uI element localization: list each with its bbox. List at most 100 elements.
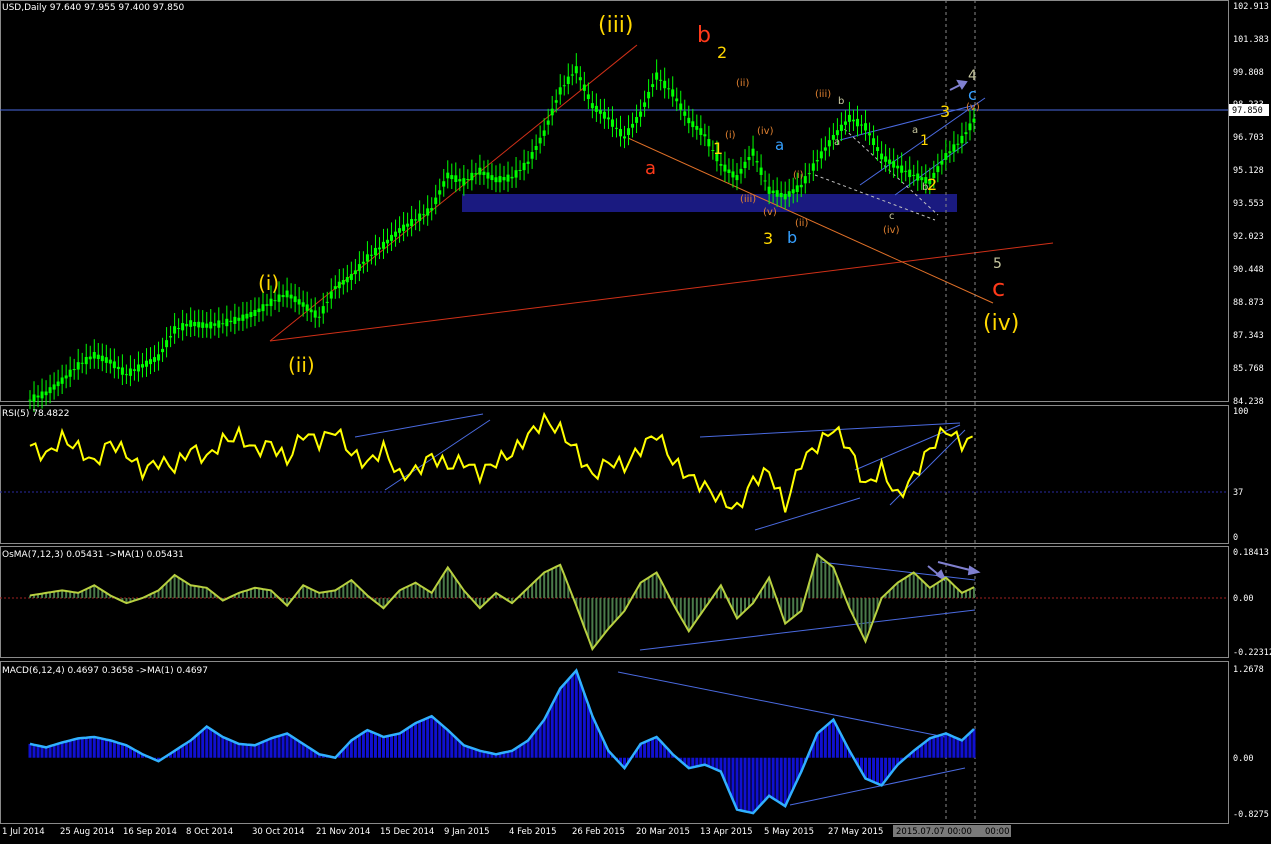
price-candle-body <box>386 239 390 244</box>
price-candle-body <box>691 121 695 128</box>
price-tick: 102.913 <box>1233 2 1269 12</box>
price-candle-body <box>418 213 422 221</box>
price-candle-body <box>751 148 755 156</box>
rsi-tick-100: 100 <box>1233 407 1248 417</box>
price-candle-body <box>550 108 554 116</box>
price-candle-body <box>884 156 888 162</box>
price-candle-body <box>341 280 345 285</box>
price-candle-body <box>474 173 478 175</box>
price-candle-body <box>325 301 329 303</box>
price-candle-body <box>843 121 847 125</box>
price-candle-body <box>944 153 948 160</box>
price-candle-body <box>763 180 767 182</box>
wave-label: (iii) <box>815 89 831 100</box>
price-candle-body <box>309 309 313 313</box>
price-candle-body <box>48 387 52 394</box>
time-label: 4 Feb 2015 <box>509 827 557 837</box>
price-candle-body <box>189 320 193 327</box>
price-tick: 101.383 <box>1233 35 1269 45</box>
lower-channel-line <box>269 242 1054 342</box>
price-candle-body <box>823 147 827 151</box>
price-candle-body <box>627 128 631 136</box>
price-candle-body <box>353 270 357 275</box>
price-candle-body <box>490 175 494 181</box>
wave-label: b <box>838 96 844 107</box>
price-candle-body <box>132 369 136 371</box>
price-candle-body <box>398 228 402 233</box>
wave-label: (i) <box>258 271 279 295</box>
price-candle-body <box>847 114 851 122</box>
rsi-panel[interactable] <box>0 405 1229 544</box>
price-candle-body <box>864 123 868 131</box>
price-candle-body <box>707 139 711 147</box>
price-candle-body <box>936 166 940 173</box>
price-candle-body <box>357 264 361 271</box>
trading-chart[interactable]: USD,Daily 97.640 97.955 97.400 97.850 RS… <box>0 0 1271 844</box>
price-candle-body <box>390 234 394 241</box>
price-candle-body <box>161 348 165 353</box>
price-candle-body <box>659 79 663 81</box>
price-candle-body <box>177 328 181 330</box>
macd-header: MACD(6,12,4) 0.4697 0.3658 ->MA(1) 0.469… <box>2 666 208 676</box>
price-candle-body <box>598 110 602 114</box>
price-candle-body <box>562 85 566 87</box>
price-candle-body <box>655 72 659 80</box>
price-candle-body <box>582 84 586 91</box>
wave-label: 4 <box>968 68 977 84</box>
price-candle-body <box>104 357 108 363</box>
price-candle-body <box>807 173 811 175</box>
price-candles <box>28 53 976 413</box>
macd-panel[interactable] <box>0 661 1229 824</box>
osma-tick-top: 0.18413 <box>1233 548 1269 558</box>
price-candle-body <box>349 274 353 280</box>
price-candle-body <box>100 355 104 362</box>
price-candle-body <box>855 118 859 127</box>
price-tick: 92.023 <box>1233 232 1264 242</box>
price-candle-body <box>683 111 687 116</box>
price-candle-body <box>209 321 213 329</box>
support-zone <box>462 194 957 212</box>
price-candle-body <box>510 176 514 179</box>
price-candle-body <box>880 153 884 160</box>
price-candle-body <box>731 171 735 178</box>
price-candle-body <box>534 145 538 150</box>
price-candle-body <box>265 304 269 306</box>
macd-tick-top: 1.2678 <box>1233 665 1264 675</box>
price-candle-body <box>787 191 791 197</box>
price-candle-body <box>64 375 68 379</box>
price-candle-body <box>618 128 622 137</box>
price-candle-body <box>502 177 506 181</box>
price-candle-body <box>498 176 502 183</box>
price-candle-body <box>454 175 458 183</box>
price-candle-body <box>546 120 550 125</box>
price-candle-body <box>803 176 807 184</box>
price-candle-body <box>241 314 245 321</box>
price-candle-body <box>522 162 526 171</box>
wave-label: (ii) <box>795 218 808 229</box>
price-candle-body <box>165 340 169 348</box>
price-candle-body <box>968 123 972 131</box>
wave-label: (iv) <box>983 311 1019 336</box>
wave-label: 1 <box>920 133 929 149</box>
price-candle-body <box>651 84 655 88</box>
price-candle-body <box>482 171 486 176</box>
rsi-tick-0: 0 <box>1233 533 1238 543</box>
time-label: 30 Oct 2014 <box>252 827 305 837</box>
osma-panel[interactable] <box>0 546 1229 658</box>
price-tick: 96.703 <box>1233 133 1264 143</box>
price-candle-body <box>727 169 731 173</box>
wave-label: (iv) <box>883 225 900 236</box>
price-candle-body <box>289 294 293 299</box>
price-candle-body <box>558 87 562 95</box>
rsi-trend-4 <box>754 497 861 531</box>
osma-header: OsMA(7,12,3) 0.05431 ->MA(1) 0.05431 <box>2 550 184 560</box>
price-candle-body <box>140 364 144 368</box>
price-candle-body <box>305 304 309 311</box>
rsi-tick-37: 37 <box>1233 488 1243 498</box>
rsi-trend-1 <box>354 413 484 438</box>
price-candle-body <box>293 296 297 303</box>
wave-label: (iii) <box>598 13 634 38</box>
price-candle-body <box>169 336 173 338</box>
price-candle-body <box>667 88 671 90</box>
wave-label: (v) <box>763 207 777 218</box>
